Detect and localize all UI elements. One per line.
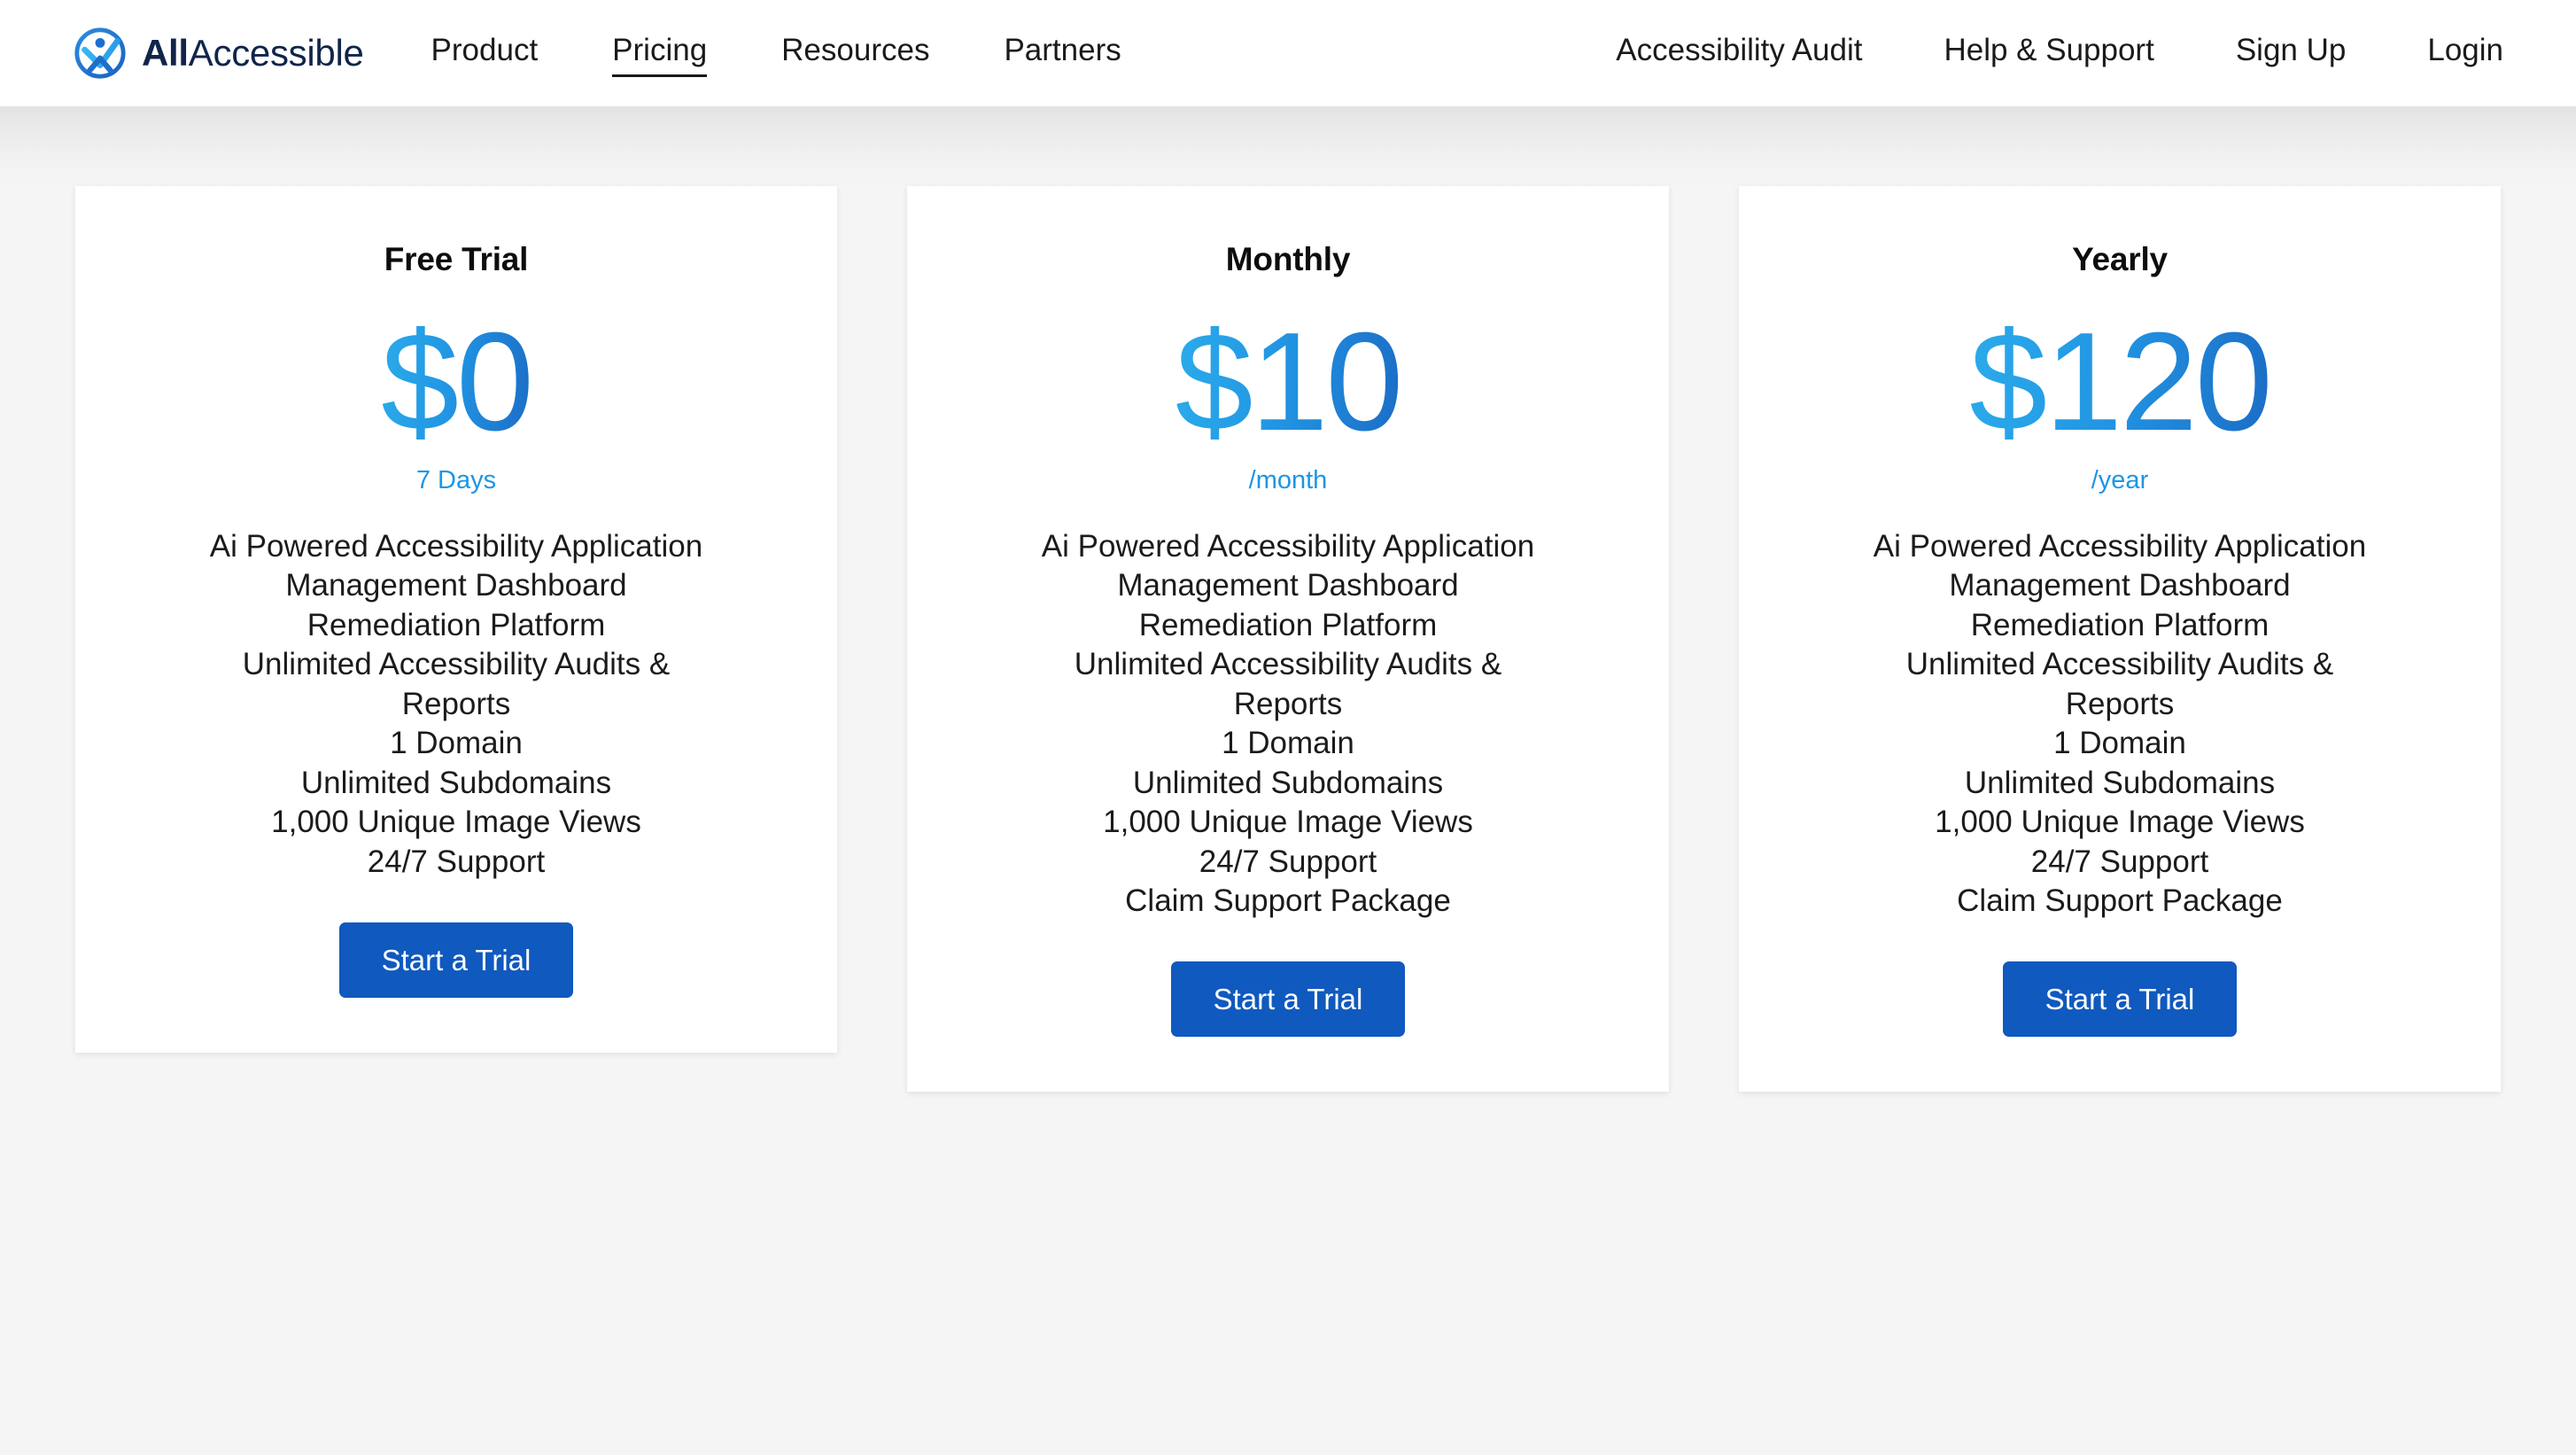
nav-item-login[interactable]: Login [2427,33,2503,74]
nav-item-product[interactable]: Product [431,33,539,74]
start-trial-button[interactable]: Start a Trial [2002,961,2238,1038]
pricing-card-yearly: Yearly $120 /year Ai Powered Accessibili… [1739,186,2501,1093]
plan-feature-list: Ai Powered Accessibility Application Man… [1872,527,2368,921]
pricing-card-monthly: Monthly $10 /month Ai Powered Accessibil… [907,186,1669,1093]
feature-item: Management Dashboard [285,568,627,603]
start-trial-button[interactable]: Start a Trial [338,922,574,998]
pricing-cards-row: Free Trial $0 7 Days Ai Powered Accessib… [0,186,2576,1093]
feature-item: 1,000 Unique Image Views [1103,805,1473,840]
feature-item: Unlimited Accessibility Audits & Reports [242,647,671,721]
brand-name-strong: All [142,32,189,74]
plan-feature-list: Ai Powered Accessibility Application Man… [208,527,704,882]
feature-item: Remediation Platform [1970,607,2270,642]
header-shadow-divider [0,106,2576,191]
plan-price: $120 [1969,304,2272,460]
feature-item: 1 Domain [1222,726,1354,761]
plan-cta-wrapper: Start a Trial [1774,921,2465,1092]
nav-item-resources[interactable]: Resources [781,33,929,74]
brand-name-light: Accessible [188,32,364,74]
feature-item: 1,000 Unique Image Views [1935,805,2305,840]
nav-item-sign-up[interactable]: Sign Up [2236,33,2347,74]
plan-period: /year [2091,466,2149,494]
feature-item: Remediation Platform [306,607,606,642]
feature-item: 24/7 Support [2030,844,2209,879]
site-header: AllAccessible Product Pricing Resources … [0,0,2576,106]
brand-wordmark: AllAccessible [142,32,364,74]
plan-title: Yearly [2072,241,2168,277]
nav-item-partners[interactable]: Partners [1004,33,1121,74]
feature-item: Claim Support Package [1957,883,2283,918]
primary-navigation: Product Pricing Resources Partners [431,33,1121,77]
nav-item-help-support[interactable]: Help & Support [1944,33,2153,74]
plan-period: 7 Days [415,466,497,494]
nav-item-accessibility-audit[interactable]: Accessibility Audit [1616,33,1862,74]
plan-period: /month [1248,466,1328,494]
plan-feature-list: Ai Powered Accessibility Application Man… [1040,527,1536,921]
feature-item: 24/7 Support [367,844,546,879]
plan-price: $0 [381,304,534,460]
plan-title: Monthly [1225,241,1351,277]
secondary-navigation: Accessibility Audit Help & Support Sign … [1616,33,2503,74]
pricing-section: Free Trial $0 7 Days Ai Powered Accessib… [0,186,2576,1093]
feature-item: Ai Powered Accessibility Application [1873,529,2367,564]
feature-item: 1 Domain [390,726,523,761]
brand-logo-link[interactable]: AllAccessible [73,26,364,81]
feature-item: 24/7 Support [1199,844,1377,879]
plan-price: $10 [1175,304,1404,460]
feature-item: Claim Support Package [1125,883,1451,918]
feature-item: 1,000 Unique Image Views [271,805,641,840]
start-trial-button[interactable]: Start a Trial [1170,961,1406,1038]
feature-item: 1 Domain [2053,726,2186,761]
feature-item: Unlimited Accessibility Audits & Reports [1905,647,2334,721]
plan-title: Free Trial [384,241,529,277]
feature-item: Unlimited Subdomains [1132,765,1444,800]
feature-item: Ai Powered Accessibility Application [209,529,703,564]
feature-item: Unlimited Subdomains [1964,765,2276,800]
plan-cta-wrapper: Start a Trial [943,921,1633,1092]
feature-item: Remediation Platform [1138,607,1438,642]
nav-item-pricing[interactable]: Pricing [612,33,707,77]
feature-item: Unlimited Accessibility Audits & Reports [1074,647,1502,721]
feature-item: Ai Powered Accessibility Application [1041,529,1535,564]
plan-cta-wrapper: Start a Trial [111,882,802,1053]
feature-item: Unlimited Subdomains [300,765,612,800]
accessibility-check-circle-icon [73,26,128,81]
feature-item: Management Dashboard [1949,568,2291,603]
feature-item: Management Dashboard [1117,568,1459,603]
pricing-card-free-trial: Free Trial $0 7 Days Ai Powered Accessib… [75,186,837,1053]
